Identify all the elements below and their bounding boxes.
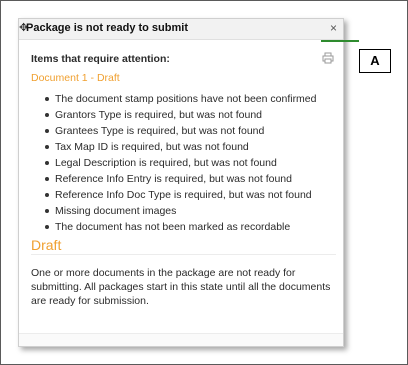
document-link[interactable]: Document 1 - Draft	[31, 72, 120, 84]
issue-item: Reference Info Doc Type is required, but…	[45, 187, 317, 203]
divider	[31, 254, 336, 255]
dialog-titlebar[interactable]: ✥ Package is not ready to submit ×	[19, 19, 343, 40]
printer-icon[interactable]	[322, 52, 334, 64]
issue-item: Tax Map ID is required, but was not foun…	[45, 139, 317, 155]
attention-heading: Items that require attention:	[31, 53, 170, 65]
close-icon[interactable]: ×	[330, 21, 337, 35]
issue-item: Missing document images	[45, 203, 317, 219]
not-ready-dialog: ✥ Package is not ready to submit × Items…	[18, 18, 344, 347]
dialog-footer	[19, 333, 343, 346]
status-description: One or more documents in the package are…	[31, 267, 331, 307]
issue-item: Legal Description is required, but was n…	[45, 155, 317, 171]
status-heading: Draft	[31, 237, 62, 253]
callout-label: A	[359, 49, 391, 73]
dialog-title: Package is not ready to submit	[26, 22, 188, 34]
issue-item: Grantors Type is required, but was not f…	[45, 107, 317, 123]
issue-item: The document stamp positions have not be…	[45, 91, 317, 107]
issue-item: Reference Info Entry is required, but wa…	[45, 171, 317, 187]
screenshot-frame: ✥ Package is not ready to submit × Items…	[0, 0, 408, 365]
issue-item: Grantees Type is required, but was not f…	[45, 123, 317, 139]
issue-item: The document has not been marked as reco…	[45, 219, 317, 235]
callout-line	[321, 40, 359, 42]
issues-list: The document stamp positions have not be…	[45, 91, 317, 235]
